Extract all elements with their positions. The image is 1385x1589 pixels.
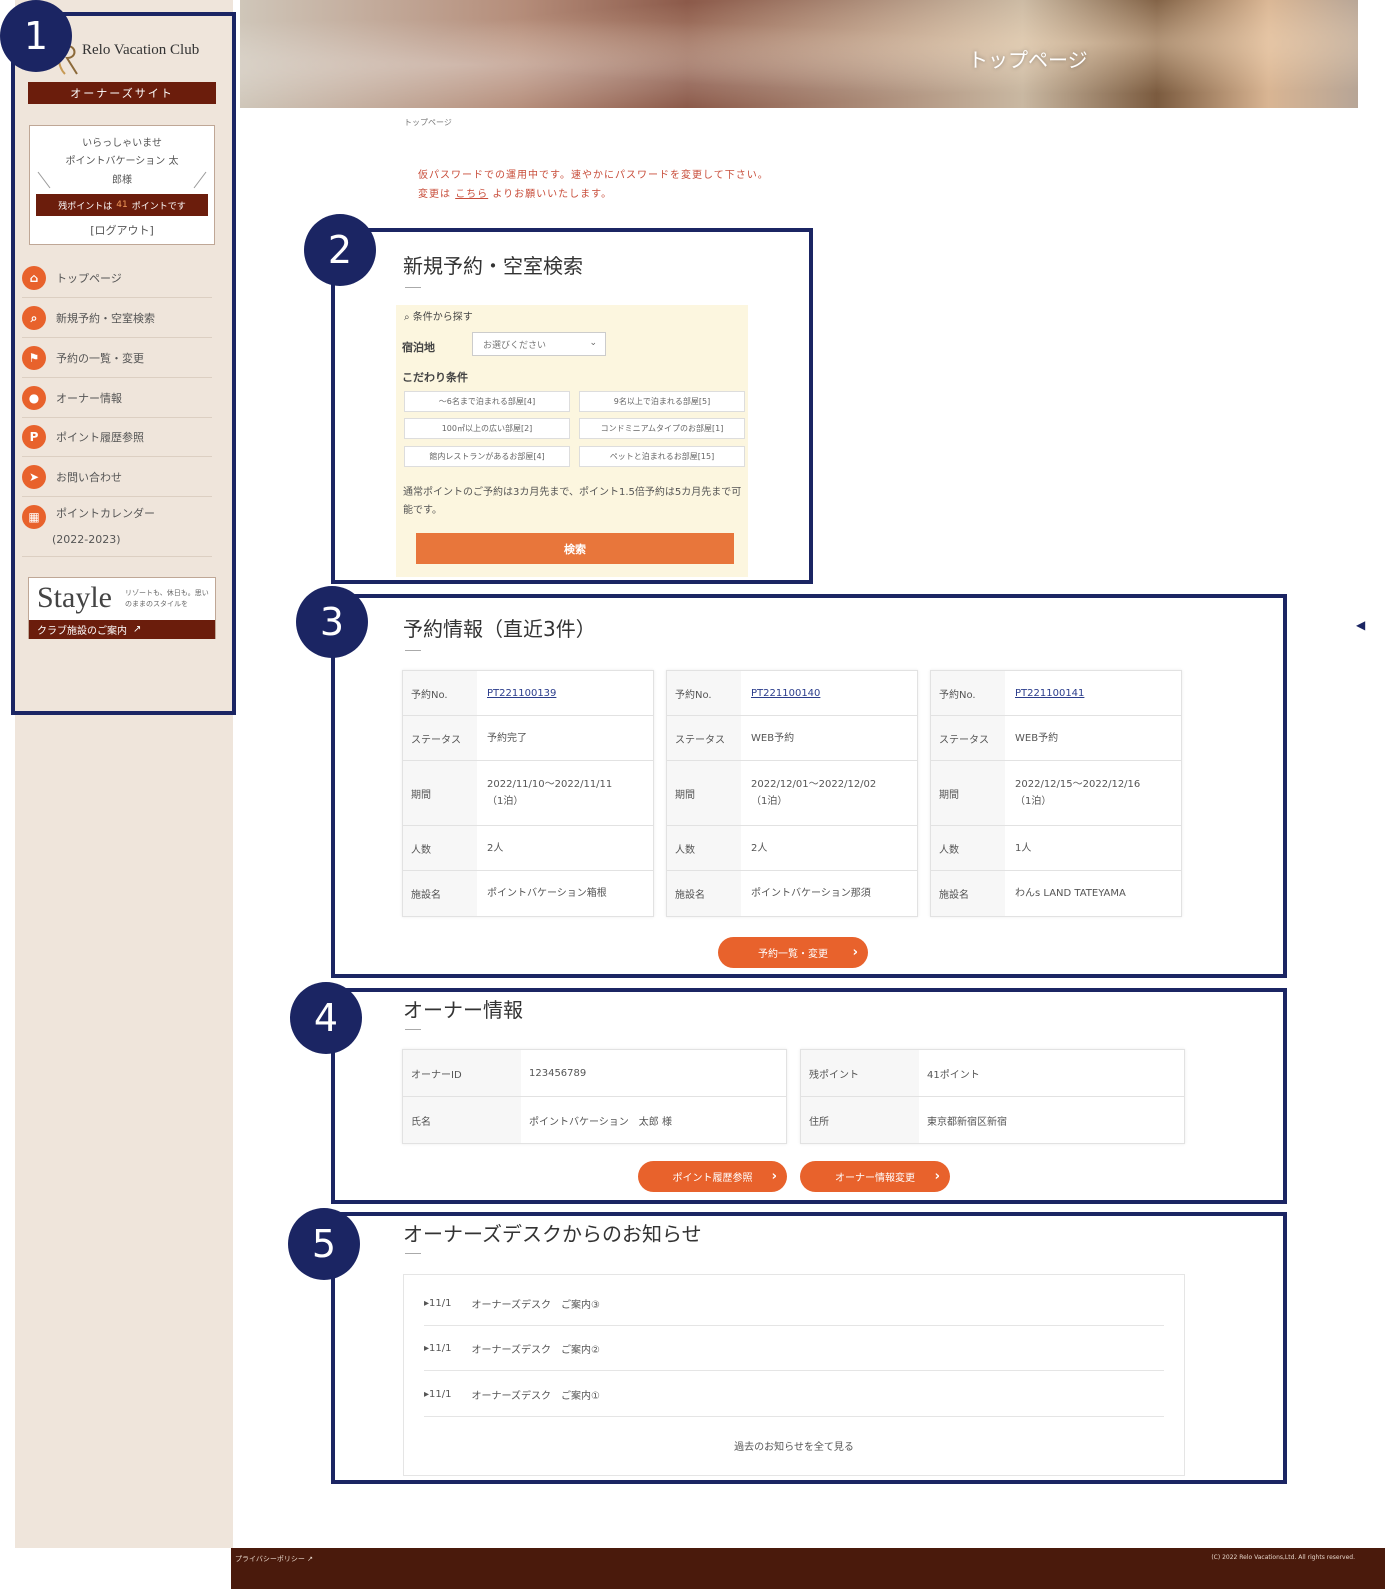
hero-banner: トップページ [240,0,1358,108]
arrow-left-icon: ◀ [1356,618,1366,632]
change-password-link[interactable]: こちら [455,189,488,200]
privacy-policy-link[interactable]: プライバシーポリシー ↗ [235,1554,313,1564]
annotation-frame-4 [331,988,1287,1204]
annotation-frame-5 [331,1212,1287,1484]
privacy-policy-label: プライバシーポリシー [235,1555,305,1563]
password-alert: 仮パスワードでの運用中です。速やかにパスワードを変更して下さい。 [418,170,769,181]
breadcrumb[interactable]: トップページ [404,117,452,128]
hero-photo [240,0,1358,108]
page-title: トップページ [968,48,1088,72]
external-link-icon: ↗ [307,1555,313,1563]
annotation-badge-5: 5 [288,1208,360,1280]
copyright: (C) 2022 Relo Vacations,Ltd. All rights … [1211,1554,1355,1561]
alert-suffix: よりお願いいたします。 [492,189,613,200]
annotation-badge-4: 4 [290,982,362,1054]
password-alert-link-line: 変更は こちら よりお願いいたします。 [418,185,612,200]
footer: プライバシーポリシー ↗ (C) 2022 Relo Vacations,Ltd… [231,1548,1385,1589]
annotation-badge-2: 2 [304,214,376,286]
annotation-frame-2 [331,228,813,584]
annotation-badge-3: 3 [296,586,368,658]
annotation-frame-3 [331,594,1287,978]
alert-prefix: 変更は [418,189,451,200]
annotation-frame-1 [11,12,236,715]
annotation-badge-1: 1 [0,0,72,72]
